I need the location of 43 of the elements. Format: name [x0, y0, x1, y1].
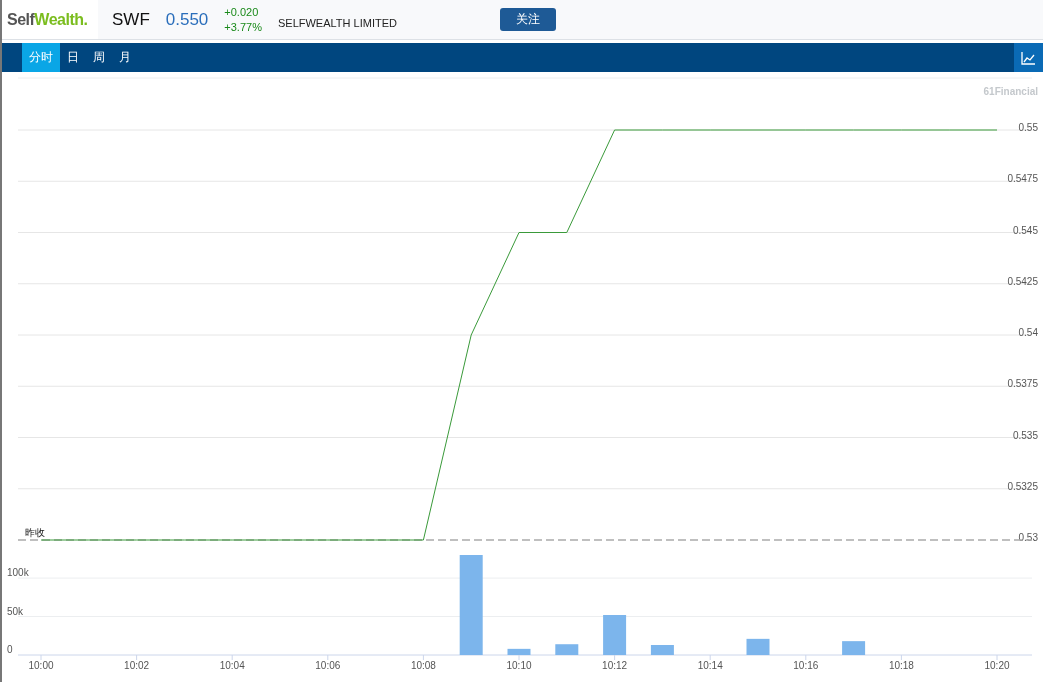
- y-axis-label: 0.5325: [1007, 480, 1038, 492]
- chart-type-button[interactable]: [1014, 43, 1043, 72]
- x-axis-label: 10:08: [410, 660, 436, 671]
- chart-credit: 61Financial: [983, 86, 1038, 97]
- period-tab[interactable]: 日: [60, 43, 86, 72]
- y-axis-label: 0.54: [1018, 327, 1038, 338]
- line-chart-icon: [1021, 50, 1036, 65]
- volume-bar: [842, 641, 866, 655]
- company-name: SELFWEALTH LIMITED: [277, 16, 397, 29]
- x-axis-label: 10:12: [602, 660, 628, 671]
- y-axis-label: 50k: [7, 605, 24, 617]
- y-axis-label: 0.545: [1012, 224, 1038, 236]
- y-axis-label: 0.5375: [1007, 378, 1038, 390]
- period-tab[interactable]: 月: [112, 43, 138, 72]
- x-axis-label: 10:16: [793, 660, 819, 671]
- volume-bar: [507, 648, 531, 655]
- stock-price: 0.550: [165, 9, 209, 30]
- x-axis-label: 10:10: [506, 660, 532, 671]
- y-axis-label: 0.5475: [1007, 173, 1038, 185]
- y-axis-label: 0: [7, 644, 13, 655]
- y-axis-label: 0.53: [1018, 532, 1038, 542]
- volume-bar: [650, 645, 674, 655]
- logo: SelfWealth.: [2, 0, 98, 39]
- y-axis-label: 100k: [7, 567, 29, 579]
- y-axis-label: 0.535: [1012, 429, 1038, 441]
- x-axis-label: 10:18: [888, 660, 914, 671]
- x-axis-label: 10:20: [984, 660, 1010, 671]
- reference-label: 昨收: [25, 527, 45, 538]
- volume-bar: [603, 615, 627, 655]
- volume-bar: [555, 644, 579, 655]
- y-axis-label: 0.5425: [1007, 275, 1038, 287]
- volume-bar: [746, 638, 770, 655]
- x-axis-label: 10:06: [315, 660, 341, 671]
- price-change: +0.020: [224, 4, 260, 20]
- x-axis-label: 10:02: [124, 660, 150, 671]
- x-axis-label: 10:14: [697, 660, 723, 671]
- period-tab[interactable]: 周: [86, 43, 112, 72]
- x-axis-label: 10:04: [219, 660, 245, 671]
- stock-symbol: SWF: [112, 9, 150, 30]
- follow-button[interactable]: 关注: [499, 8, 556, 31]
- percent-change: +3.77%: [224, 19, 262, 35]
- x-axis-label: 10:00: [28, 660, 54, 671]
- y-axis-label: 0.55: [1018, 122, 1038, 133]
